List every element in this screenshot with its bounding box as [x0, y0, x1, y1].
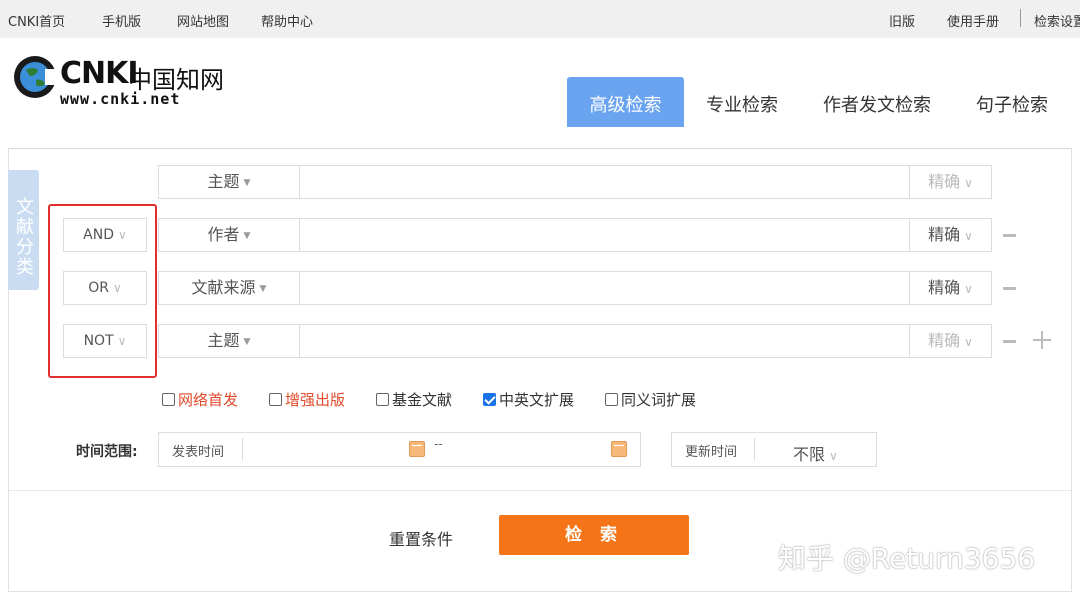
search-row-2: 作者 ▼ 精确 ∨: [158, 218, 992, 252]
top-nav-bar: CNKI首页 手机版 网站地图 帮助中心 旧版 使用手册 检索设置: [0, 0, 1080, 38]
chevron-down-icon: ∨: [829, 449, 838, 463]
tab-author-search[interactable]: 作者发文检索: [806, 77, 948, 127]
calendar-icon[interactable]: [611, 441, 627, 457]
link-old-version[interactable]: 旧版: [889, 11, 915, 30]
option-label: 同义词扩展: [621, 391, 697, 409]
field-select-label: 作者: [207, 225, 240, 244]
remove-row-3-button[interactable]: [1003, 287, 1016, 290]
search-row-3: 文献来源 ▼ 精确 ∨: [158, 271, 992, 305]
update-time-value-text: 不限: [793, 445, 826, 464]
option-label: 网络首发: [178, 391, 239, 409]
field-select-label: 文献来源: [191, 278, 256, 297]
match-label: 精确: [928, 225, 961, 244]
caret-down-icon: ▼: [259, 283, 267, 294]
range-separator: --: [434, 437, 443, 451]
checkbox[interactable]: [269, 393, 282, 406]
annotation-highlight-box: [48, 204, 157, 378]
option-fund-literature[interactable]: 基金文献: [376, 389, 452, 410]
field-select-3[interactable]: 文献来源 ▼: [159, 272, 300, 304]
update-time-value: 不限 ∨: [793, 441, 838, 465]
divider: [754, 438, 755, 461]
divider: [242, 438, 243, 461]
option-cn-en-extension[interactable]: 中英文扩展: [483, 389, 574, 410]
cnki-logo[interactable]: CNKI 中国知网 www.cnki.net: [12, 52, 227, 108]
match-label: 精确: [928, 331, 961, 350]
add-row-button[interactable]: [1033, 331, 1051, 349]
field-select-1[interactable]: 主题 ▼: [159, 166, 300, 198]
link-help[interactable]: 帮助中心: [261, 11, 313, 30]
caret-down-icon: ▼: [243, 177, 251, 188]
option-label: 基金文献: [392, 391, 453, 409]
caret-down-icon: ▼: [243, 230, 251, 241]
field-select-label: 主题: [207, 331, 240, 350]
option-label: 中英文扩展: [499, 391, 575, 409]
watermark: 知乎 @Return3656: [778, 542, 1036, 575]
link-cnki-home[interactable]: CNKI首页: [8, 11, 65, 30]
update-time-select[interactable]: 更新时间 不限 ∨: [671, 432, 877, 467]
link-manual[interactable]: 使用手册: [947, 11, 999, 30]
logo-url: www.cnki.net: [60, 90, 181, 108]
link-search-settings[interactable]: 检索设置: [1034, 11, 1080, 30]
divider: [1020, 9, 1021, 27]
checkbox[interactable]: [376, 393, 389, 406]
divider: [9, 490, 1071, 491]
field-select-2[interactable]: 作者 ▼: [159, 219, 300, 251]
search-button[interactable]: 检 索: [499, 515, 689, 555]
caret-down-icon: ▼: [243, 336, 251, 347]
remove-row-2-button[interactable]: [1003, 234, 1016, 237]
logo-brand-text: CNKI: [60, 56, 139, 91]
search-row-4: 主题 ▼ 精确 ∨: [158, 324, 992, 358]
option-online-first[interactable]: 网络首发: [162, 389, 238, 410]
tab-advanced-search[interactable]: 高级检索: [567, 77, 684, 127]
link-sitemap[interactable]: 网站地图: [177, 11, 229, 30]
chevron-down-icon: ∨: [964, 229, 973, 243]
field-select-4[interactable]: 主题 ▼: [159, 325, 300, 357]
chevron-down-icon: ∨: [964, 282, 973, 296]
match-select-3[interactable]: 精确 ∨: [909, 272, 991, 304]
match-select-2[interactable]: 精确 ∨: [909, 219, 991, 251]
publish-time-label: 发表时间: [172, 445, 225, 460]
publish-time-range: 发表时间 --: [158, 432, 641, 467]
globe-icon: [14, 56, 58, 98]
field-select-label: 主题: [207, 172, 240, 191]
match-select-4[interactable]: 精确 ∨: [909, 325, 991, 357]
calendar-icon[interactable]: [409, 441, 425, 457]
option-synonym-extension[interactable]: 同义词扩展: [605, 389, 696, 410]
chevron-down-icon: ∨: [964, 335, 973, 349]
search-row-1: 主题 ▼ 精确 ∨: [158, 165, 992, 199]
reset-button[interactable]: 重置条件: [389, 526, 453, 550]
match-label: 精确: [928, 278, 961, 297]
option-label: 增强出版: [285, 391, 346, 409]
literature-category-tab[interactable]: 文献分类: [8, 170, 39, 290]
option-enhanced-publishing[interactable]: 增强出版: [269, 389, 345, 410]
tab-professional-search[interactable]: 专业检索: [690, 77, 794, 127]
remove-row-4-button[interactable]: [1003, 340, 1016, 343]
tab-sentence-search[interactable]: 句子检索: [960, 77, 1064, 127]
match-select-1[interactable]: 精确 ∨: [909, 166, 991, 198]
checkbox-checked[interactable]: [483, 393, 496, 406]
link-mobile[interactable]: 手机版: [102, 11, 141, 30]
chevron-down-icon: ∨: [964, 176, 973, 190]
checkbox[interactable]: [605, 393, 618, 406]
checkbox[interactable]: [162, 393, 175, 406]
update-time-label: 更新时间: [685, 445, 738, 460]
time-range-label: 时间范围:: [76, 444, 138, 460]
match-label: 精确: [928, 172, 961, 191]
